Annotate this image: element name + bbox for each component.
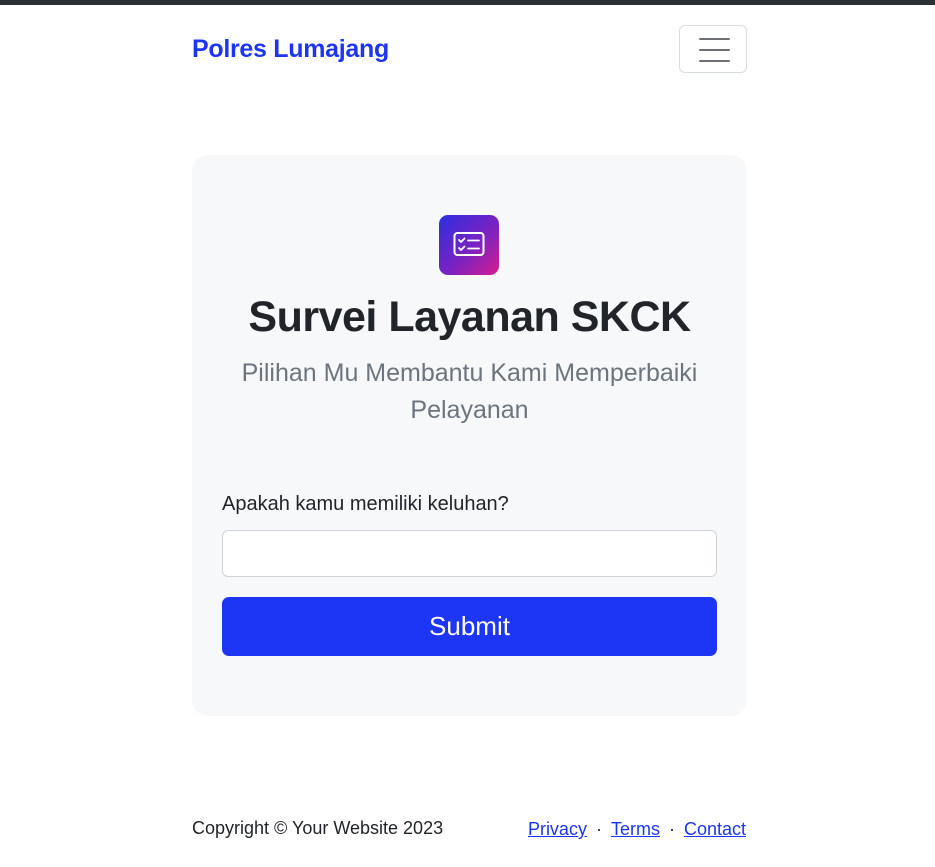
footer-links: Privacy · Terms · Contact: [528, 819, 746, 840]
hamburger-menu-icon: [699, 38, 730, 40]
checklist-card-icon: [439, 215, 499, 275]
top-strip: [0, 0, 935, 5]
navbar: Polres Lumajang: [192, 25, 747, 75]
hamburger-menu-icon-bar: [699, 60, 730, 62]
checklist-icon-glyph: [453, 232, 485, 256]
terms-link[interactable]: Terms: [611, 819, 660, 839]
page-subtitle: Pilihan Mu Membantu Kami Memperbaiki Pel…: [241, 359, 698, 424]
privacy-link[interactable]: Privacy: [528, 819, 587, 839]
brand-link[interactable]: Polres Lumajang: [192, 35, 389, 64]
footer-separator: ·: [668, 819, 675, 839]
footer-separator: ·: [595, 819, 602, 839]
hamburger-menu-icon-bar: [699, 49, 730, 51]
complaint-input[interactable]: [222, 530, 717, 577]
survey-card: Survei Layanan SKCK Pilihan Mu Membantu …: [192, 155, 747, 716]
submit-button[interactable]: Submit: [222, 597, 717, 656]
complaint-question-label: Apakah kamu memiliki keluhan?: [222, 493, 509, 515]
page-title: Survei Layanan SKCK: [248, 293, 691, 341]
copyright-text: Copyright © Your Website 2023: [192, 818, 444, 838]
contact-link[interactable]: Contact: [684, 819, 746, 839]
hamburger-menu-button[interactable]: [679, 25, 747, 73]
